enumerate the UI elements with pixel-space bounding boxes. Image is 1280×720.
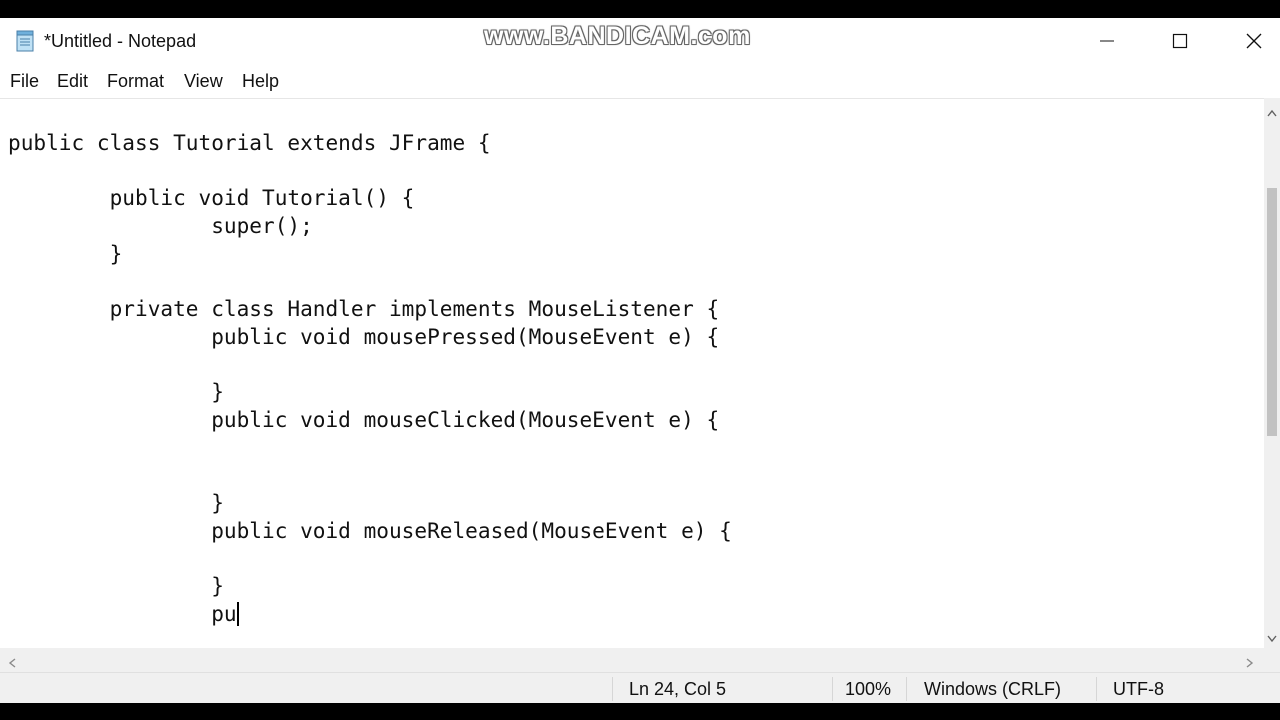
horizontal-scrollbar[interactable] (0, 648, 1264, 672)
maximize-button[interactable] (1143, 18, 1217, 64)
vertical-scrollbar[interactable] (1264, 98, 1280, 648)
notepad-window: *Untitled - Notepad www.BANDICAM.com Fil… (0, 18, 1280, 703)
code-line-15: } (8, 490, 224, 515)
minimize-button[interactable] (1070, 18, 1144, 64)
menu-bar: File Edit Format View Help (0, 64, 1280, 98)
menu-view[interactable]: View (184, 71, 223, 92)
menu-help[interactable]: Help (242, 71, 279, 92)
scrollbar-corner (1264, 648, 1280, 672)
scroll-down-icon[interactable] (1267, 630, 1277, 648)
code-line-8: private class Handler implements MouseLi… (8, 296, 720, 321)
vertical-scroll-thumb[interactable] (1267, 188, 1277, 436)
encoding: UTF-8 (1113, 679, 1164, 699)
notepad-icon (14, 30, 36, 52)
status-divider (906, 677, 907, 701)
status-divider (612, 677, 613, 701)
scroll-right-icon[interactable] (1246, 655, 1254, 673)
code-line-11: } (8, 379, 224, 404)
code-line-5: super(); (8, 213, 313, 238)
cursor-position: Ln 24, Col 5 (629, 679, 727, 699)
menu-format[interactable]: Format (107, 71, 164, 92)
menu-file[interactable]: File (10, 71, 39, 92)
code-line-2: public class Tutorial extends JFrame { (8, 130, 491, 155)
code-line-12: public void mouseClicked(MouseEvent e) { (8, 407, 720, 432)
code-line-6: } (8, 241, 123, 266)
code-line-19: pu (8, 600, 239, 628)
text-editor[interactable]: public class Tutorial extends JFrame { p… (0, 98, 1264, 649)
scroll-left-icon[interactable] (8, 655, 16, 673)
minimize-icon (1099, 33, 1115, 49)
code-line-18: } (8, 573, 224, 598)
current-line-text: pu (8, 601, 237, 626)
maximize-icon (1172, 33, 1188, 49)
title-bar[interactable]: *Untitled - Notepad www.BANDICAM.com (0, 18, 1280, 64)
text-caret (236, 602, 239, 626)
menu-edit[interactable]: Edit (57, 71, 88, 92)
close-button[interactable] (1217, 18, 1280, 64)
status-divider (1096, 677, 1097, 701)
line-ending: Windows (CRLF) (924, 679, 1062, 699)
recording-watermark: www.BANDICAM.com (484, 22, 751, 50)
zoom-level: 100% (845, 679, 892, 699)
code-line-9: public void mousePressed(MouseEvent e) { (8, 324, 720, 349)
window-title: *Untitled - Notepad (44, 31, 197, 51)
close-icon (1246, 33, 1262, 49)
status-divider (832, 677, 833, 701)
status-bar: Ln 24, Col 5 100% Windows (CRLF) UTF-8 (0, 672, 1280, 703)
code-line-16: public void mouseReleased(MouseEvent e) … (8, 518, 732, 543)
scroll-up-icon[interactable] (1267, 104, 1277, 122)
code-line-4: public void Tutorial() { (8, 185, 415, 210)
